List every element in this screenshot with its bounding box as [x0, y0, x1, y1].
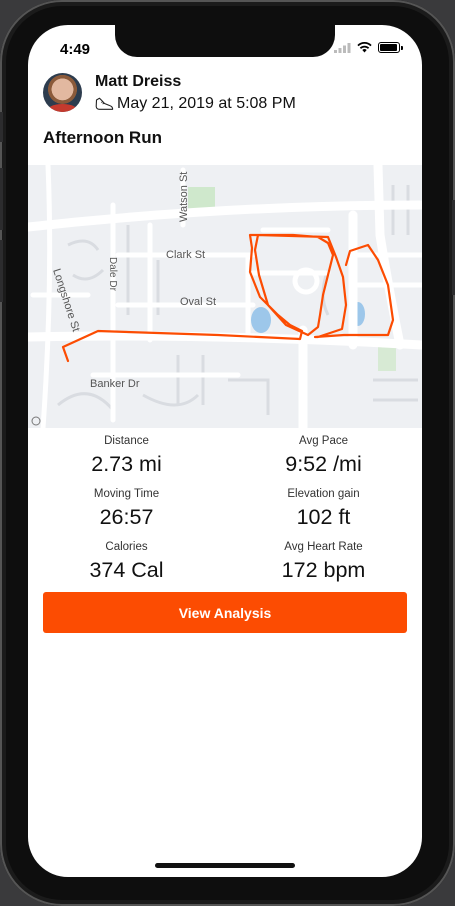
- wifi-icon: [357, 42, 372, 53]
- stat-avg-heart-rate: Avg Heart Rate 172 bpm: [225, 541, 422, 583]
- street-label-dale-dr: Dale Dr: [107, 257, 118, 292]
- volume-up-button: [0, 168, 3, 230]
- stat-value: 9:52 /mi: [285, 452, 362, 476]
- mute-switch: [0, 112, 3, 142]
- athlete-name[interactable]: Matt Dreiss: [95, 73, 181, 91]
- stat-calories: Calories 374 Cal: [28, 541, 225, 583]
- activity-date: May 21, 2019 at 5:08 PM: [117, 95, 296, 112]
- view-analysis-button[interactable]: View Analysis: [43, 592, 407, 633]
- status-icons: [334, 42, 403, 53]
- activity-header: Matt Dreiss May 21, 2019 at 5:08 PM: [43, 73, 407, 115]
- activity-title: Afternoon Run: [43, 128, 162, 147]
- activity-meta: May 21, 2019 at 5:08 PM: [95, 95, 296, 113]
- stat-label: Distance: [104, 435, 149, 447]
- street-label-watson-st: Watson St: [178, 172, 190, 222]
- stat-label: Moving Time: [93, 488, 160, 500]
- cellular-signal-icon: [334, 42, 351, 53]
- stat-avg-pace: Avg Pace 9:52 /mi: [225, 435, 422, 477]
- route-map[interactable]: Clark St Oval St Banker Dr Watson St Dal…: [28, 165, 422, 428]
- street-label-oval-st: Oval St: [180, 296, 216, 308]
- stat-value: 102 ft: [296, 505, 351, 529]
- stat-value: 2.73 mi: [91, 452, 162, 476]
- stat-value: 374 Cal: [89, 558, 164, 582]
- stat-moving-time: Moving Time 26:57: [28, 488, 225, 530]
- stat-elevation-gain: Elevation gain 102 ft: [225, 488, 422, 530]
- stat-label: Elevation gain: [287, 488, 360, 500]
- running-shoe-icon: [95, 97, 114, 110]
- notch: [115, 25, 335, 57]
- stat-label: Avg Pace: [298, 435, 348, 447]
- street-label-banker-dr: Banker Dr: [90, 378, 140, 390]
- map-pond: [251, 307, 271, 333]
- stat-label: Avg Heart Rate: [284, 541, 363, 553]
- map-canvas: Clark St Oval St Banker Dr Watson St Dal…: [28, 165, 422, 428]
- street-label-clark-st: Clark St: [166, 249, 205, 261]
- volume-down-button: [0, 240, 3, 302]
- app-screen: 4:49 Matt Dreiss May 21, 2019 at 5:08 PM…: [28, 25, 422, 877]
- avatar[interactable]: [43, 73, 82, 112]
- home-indicator[interactable]: [155, 863, 295, 868]
- stat-distance: Distance 2.73 mi: [28, 435, 225, 477]
- stat-label: Calories: [105, 541, 148, 553]
- stat-value: 26:57: [99, 505, 154, 529]
- map-legal-info-icon[interactable]: [31, 416, 41, 426]
- status-time: 4:49: [60, 41, 91, 58]
- battery-icon: [378, 42, 403, 53]
- stat-value: 172 bpm: [281, 558, 366, 582]
